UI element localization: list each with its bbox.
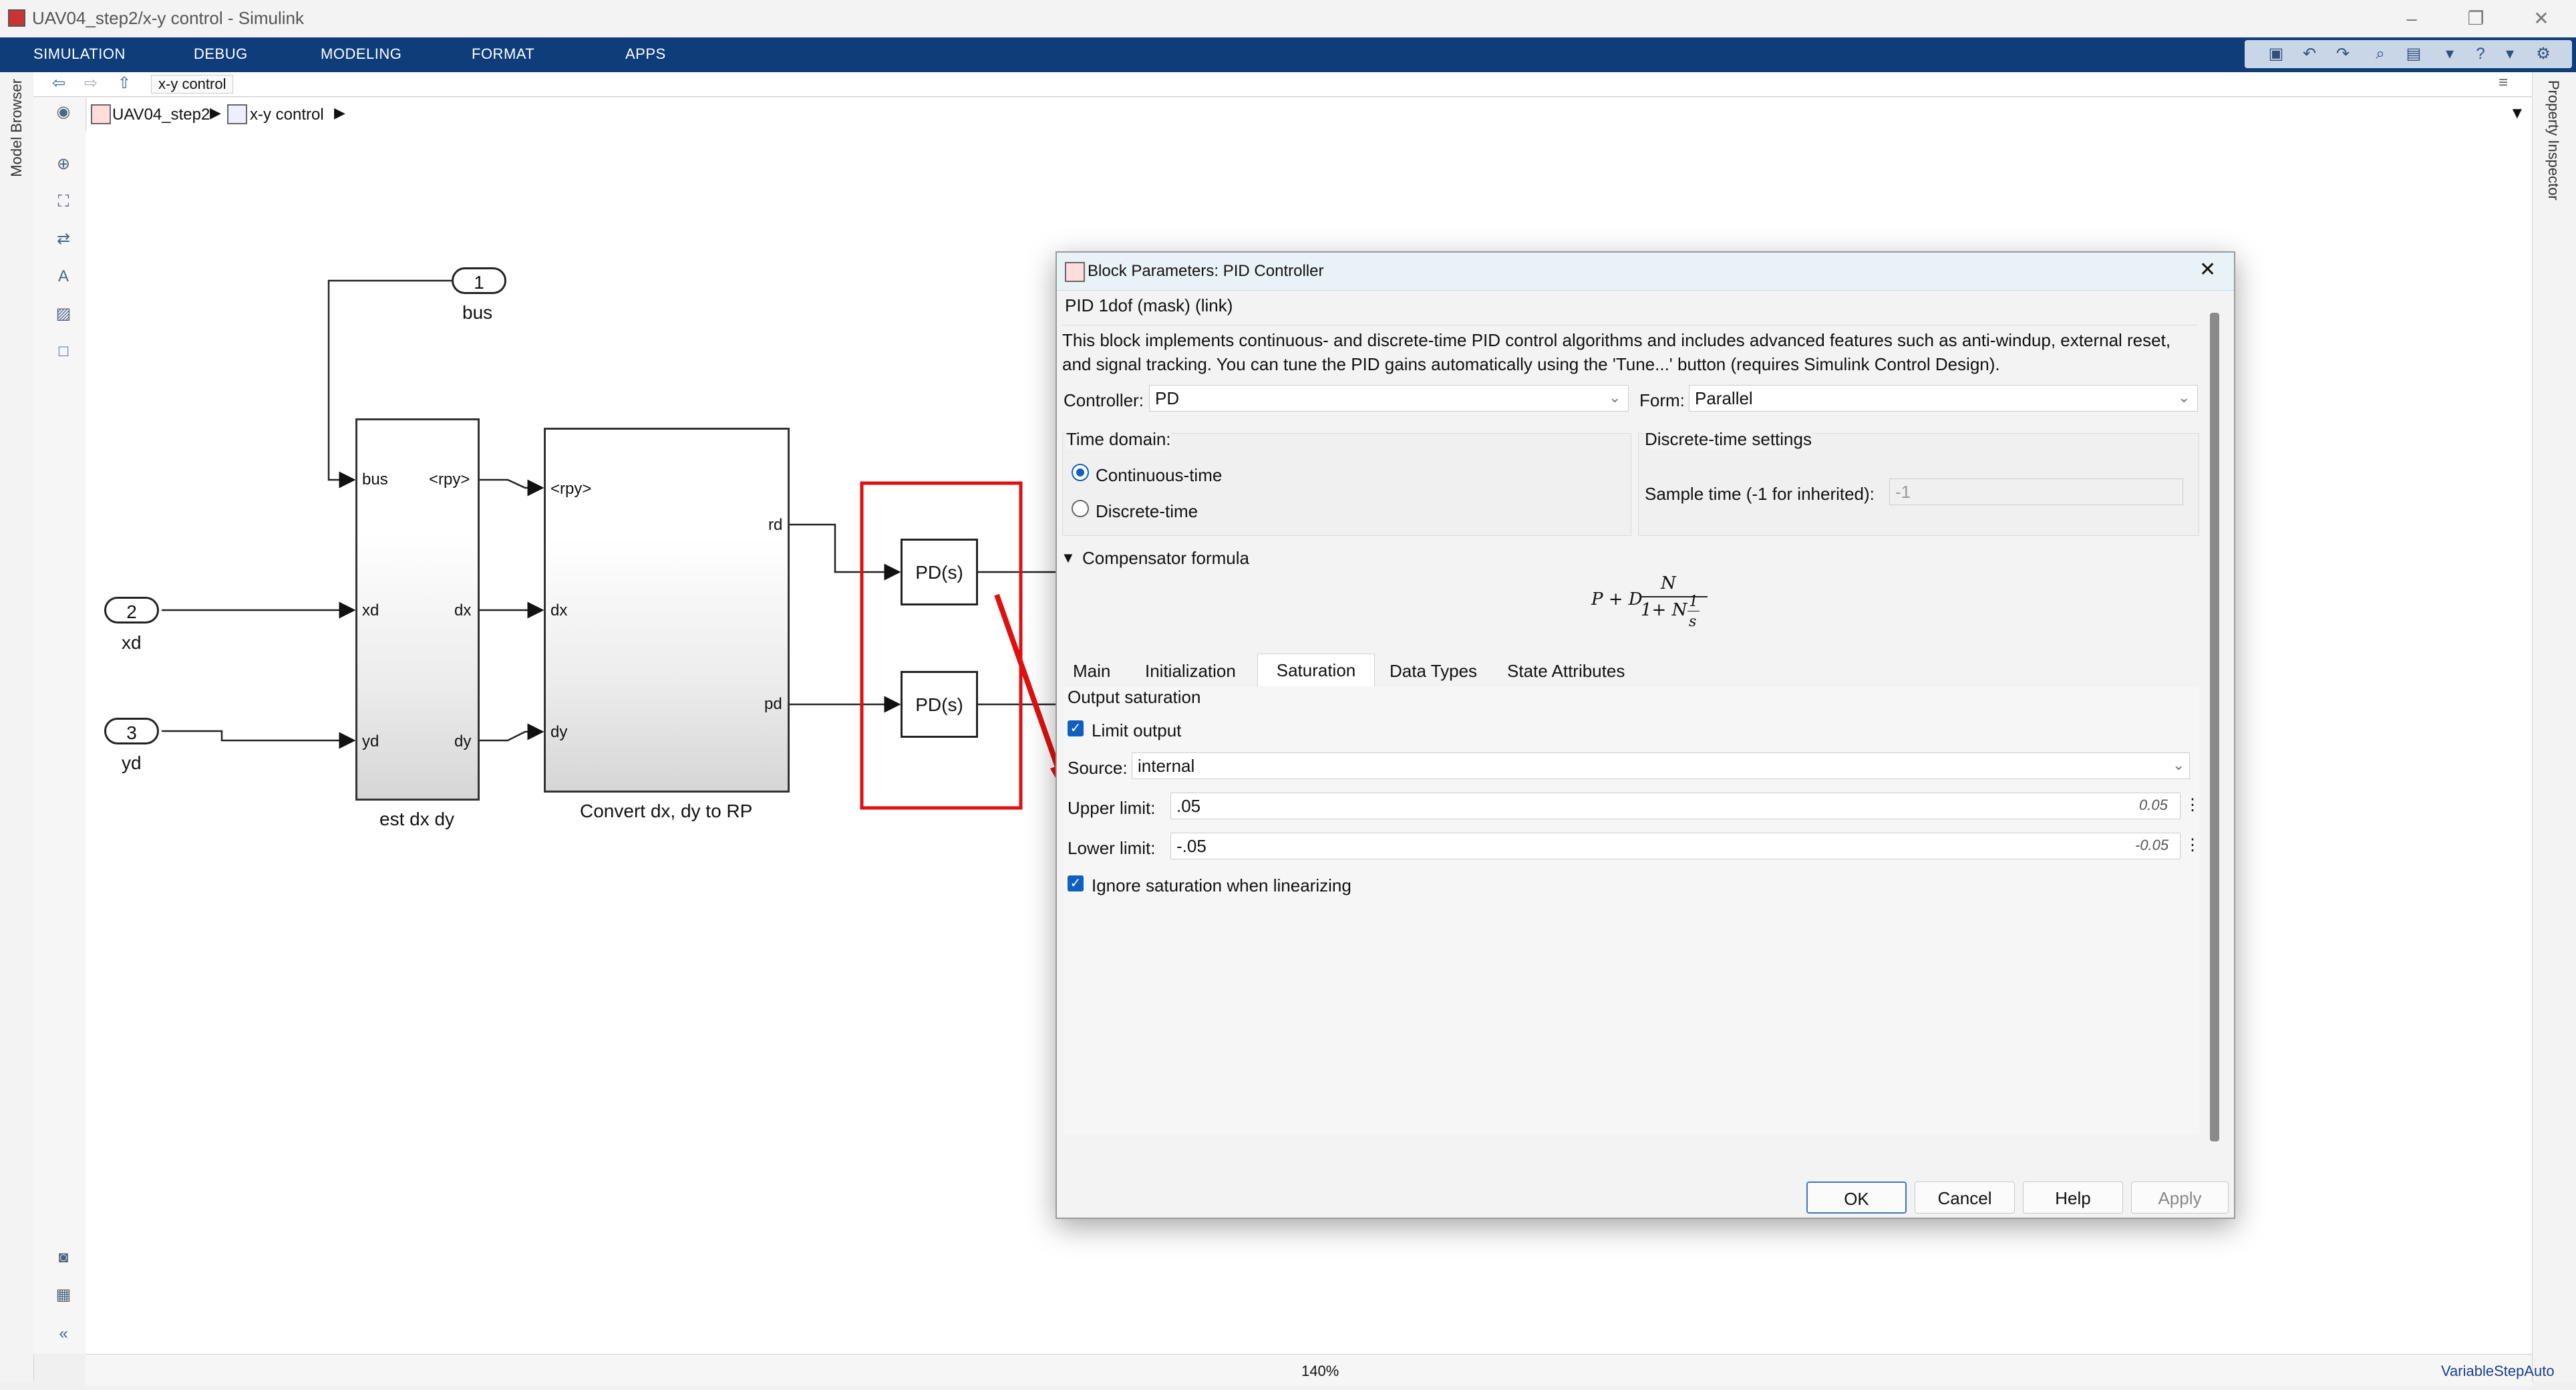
form-select[interactable]: Parallel [1689,385,2198,412]
form-value: Parallel [1695,388,1753,408]
tab-strip: Main Initialization Saturation Data Type… [1064,654,2199,688]
limit-output-label: Limit output [1092,720,1182,740]
source-label: Source: [1068,758,1128,778]
formula-lead: P + D [1591,589,1643,609]
controller-value: PD [1155,388,1180,408]
controller-label: Controller: [1064,390,1144,410]
discrete-settings-label: Discrete-time settings [1645,429,1812,450]
upper-limit-label: Upper limit: [1068,798,1156,818]
kebab-icon[interactable]: ⋮ [2185,795,2201,815]
block-parameters-dialog: Block Parameters: PID Controller ✕ PID 1… [1056,251,2235,1219]
convert-input-dx: dx [550,601,568,619]
controller-select[interactable]: PD [1149,385,1629,412]
formula-den-den: s [1689,613,1697,630]
ignore-saturation-checkbox[interactable]: ✓ [1068,875,1084,891]
radio-continuous-label: Continuous-time [1096,465,1223,485]
inport-1-label: bus [462,302,493,323]
close-icon[interactable]: ✕ [2199,258,2216,281]
limit-output-checkbox[interactable]: ✓ [1068,720,1084,736]
convert-input-dy: dy [550,723,568,741]
cancel-button[interactable]: Cancel [1915,1182,2015,1214]
tab-initialization[interactable]: Initialization [1145,655,1236,687]
convert-output-pd: pd [764,695,782,713]
inport-2-label: xd [122,632,142,653]
kebab-icon[interactable]: ⋮ [2185,835,2201,855]
form-label: Form: [1639,390,1685,410]
caret-down-icon[interactable]: ▼ [1061,549,1076,567]
sample-time-label: Sample time (-1 for inherited): [1645,484,1875,504]
convert-block-label: Convert dx, dy to RP [580,801,753,821]
inport-3[interactable]: 3 [104,718,159,744]
sample-time-field[interactable]: -1 [1889,478,2183,505]
chevron-down-icon: ⌄ [2172,756,2185,773]
radio-discrete-label: Discrete-time [1096,501,1198,521]
chevron-down-icon: ⌄ [1609,389,1621,406]
output-saturation-label: Output saturation [1068,687,1201,707]
convert-output-rd: rd [768,516,783,534]
upper-limit-field[interactable]: .05 [1170,793,2181,819]
radio-continuous[interactable] [1072,464,1089,481]
pid-block-pitch[interactable]: PD(s) [901,671,978,738]
status-bar: 140% VariableStepAuto [86,1354,2555,1385]
est-input-yd: yd [362,732,379,750]
formula-den: 1+ N [1641,600,1687,620]
zoom-level: 140% [1301,1363,1339,1379]
lower-limit-field[interactable]: -.05 [1170,833,2181,859]
simulink-icon [1065,262,1085,282]
formula-den-num: 1 [1689,593,1698,610]
est-output-rpy: <rpy> [429,470,470,489]
solver-indicator[interactable]: VariableStepAuto [2441,1363,2555,1380]
compensator-formula: P + D N 1+ N 1 s [1591,573,1725,640]
est-input-xd: xd [362,601,379,619]
convert-input-rpy: <rpy> [550,480,592,498]
apply-button[interactable]: Apply [2131,1182,2229,1214]
lower-limit-label: Lower limit: [1068,838,1156,858]
time-domain-label: Time domain: [1066,429,1171,450]
mask-description: This block implements continuous- and di… [1062,325,2198,382]
inport-2[interactable]: 2 [104,597,159,623]
radio-discrete[interactable] [1072,500,1089,517]
ok-button[interactable]: OK [1806,1182,1907,1214]
ignore-saturation-label: Ignore saturation when linearizing [1092,875,1351,895]
dialog-title-bar: Block Parameters: PID Controller ✕ [1057,253,2234,291]
mask-type: PID 1dof (mask) (link) [1065,295,1233,315]
chevron-down-icon: ⌄ [2178,389,2191,406]
lower-limit-evaluated: -0.05 [2135,837,2169,853]
formula-num: N [1661,573,1676,593]
upper-limit-evaluated: 0.05 [2139,797,2168,813]
est-input-bus: bus [362,470,388,489]
tab-main[interactable]: Main [1073,655,1110,687]
help-button[interactable]: Help [2023,1182,2123,1214]
dialog-scrollbar[interactable] [2210,313,2219,1141]
pid-block-roll[interactable]: PD(s) [901,539,978,605]
compensator-label: Compensator formula [1082,548,1249,568]
inport-3-label: yd [122,752,142,773]
tab-data-types[interactable]: Data Types [1390,655,1477,687]
est-block-label: est dx dy [379,809,455,829]
est-output-dx: dx [454,601,472,619]
est-output-dy: dy [454,732,472,750]
tab-saturation[interactable]: Saturation [1257,654,1375,686]
source-select[interactable]: internal [1132,752,2190,779]
dialog-title: Block Parameters: PID Controller [1088,262,1324,280]
tab-state-attributes[interactable]: State Attributes [1507,655,1625,687]
inport-1[interactable]: 1 [452,267,506,294]
